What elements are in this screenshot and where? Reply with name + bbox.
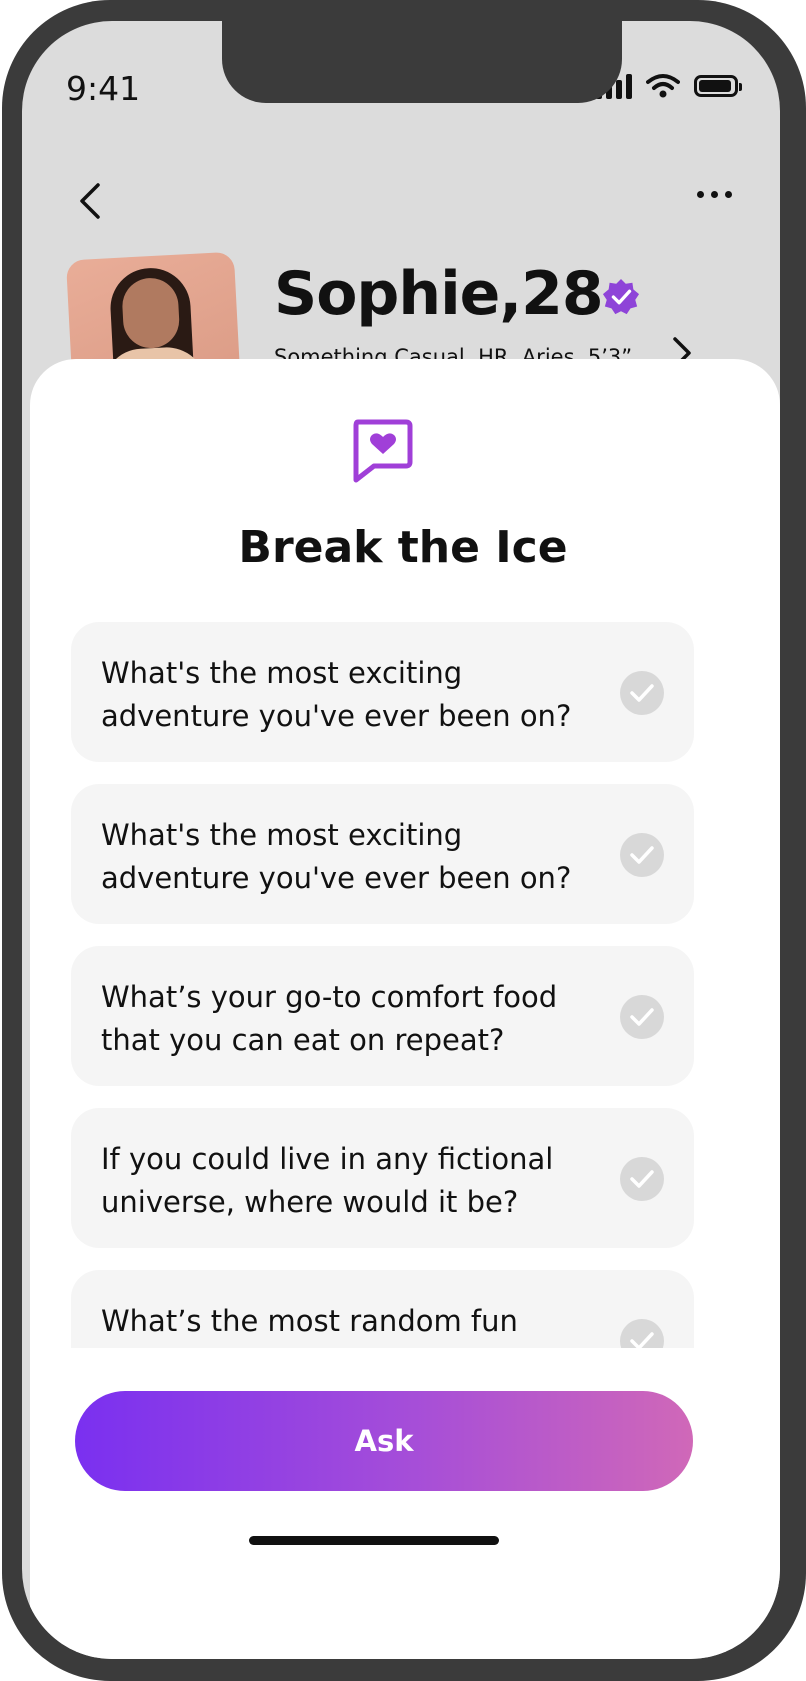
- phone-frame: 9:41 Sophie,28 Something Casual, HR, Ari…: [0, 0, 806, 1681]
- home-indicator: [249, 1536, 499, 1545]
- question-card[interactable]: What’s the most random fun fact: [71, 1270, 694, 1348]
- wifi-icon: [646, 74, 680, 98]
- status-time: 9:41: [66, 69, 141, 108]
- verified-badge-icon: [602, 278, 640, 315]
- checkmark-icon[interactable]: [620, 995, 664, 1039]
- question-card[interactable]: If you could live in any fictional unive…: [71, 1108, 694, 1248]
- chat-heart-icon: [353, 419, 413, 483]
- sheet-title: Break the Ice: [238, 522, 568, 573]
- question-text: If you could live in any fictional unive…: [101, 1142, 554, 1219]
- question-text: What's the most exciting adventure you'v…: [101, 818, 572, 895]
- checkmark-icon[interactable]: [620, 833, 664, 877]
- more-options-icon[interactable]: [697, 191, 732, 198]
- question-card[interactable]: What's the most exciting adventure you'v…: [71, 784, 694, 924]
- ask-button[interactable]: Ask: [75, 1391, 693, 1491]
- checkmark-icon[interactable]: [620, 1157, 664, 1201]
- profile-name: Sophie,28: [274, 259, 604, 329]
- question-card[interactable]: What's the most exciting adventure you'v…: [71, 622, 694, 762]
- question-card[interactable]: What’s your go-to comfort food that you …: [71, 946, 694, 1086]
- checkmark-icon[interactable]: [620, 671, 664, 715]
- battery-icon: [694, 75, 742, 97]
- checkmark-icon[interactable]: [620, 1319, 664, 1348]
- notch: [222, 21, 622, 103]
- question-text: What’s your go-to comfort food that you …: [101, 980, 558, 1057]
- back-arrow-icon[interactable]: [72, 181, 112, 221]
- question-list: What's the most exciting adventure you'v…: [71, 622, 694, 1348]
- question-text: What's the most exciting adventure you'v…: [101, 656, 572, 733]
- question-text: What’s the most random fun fact: [101, 1304, 518, 1348]
